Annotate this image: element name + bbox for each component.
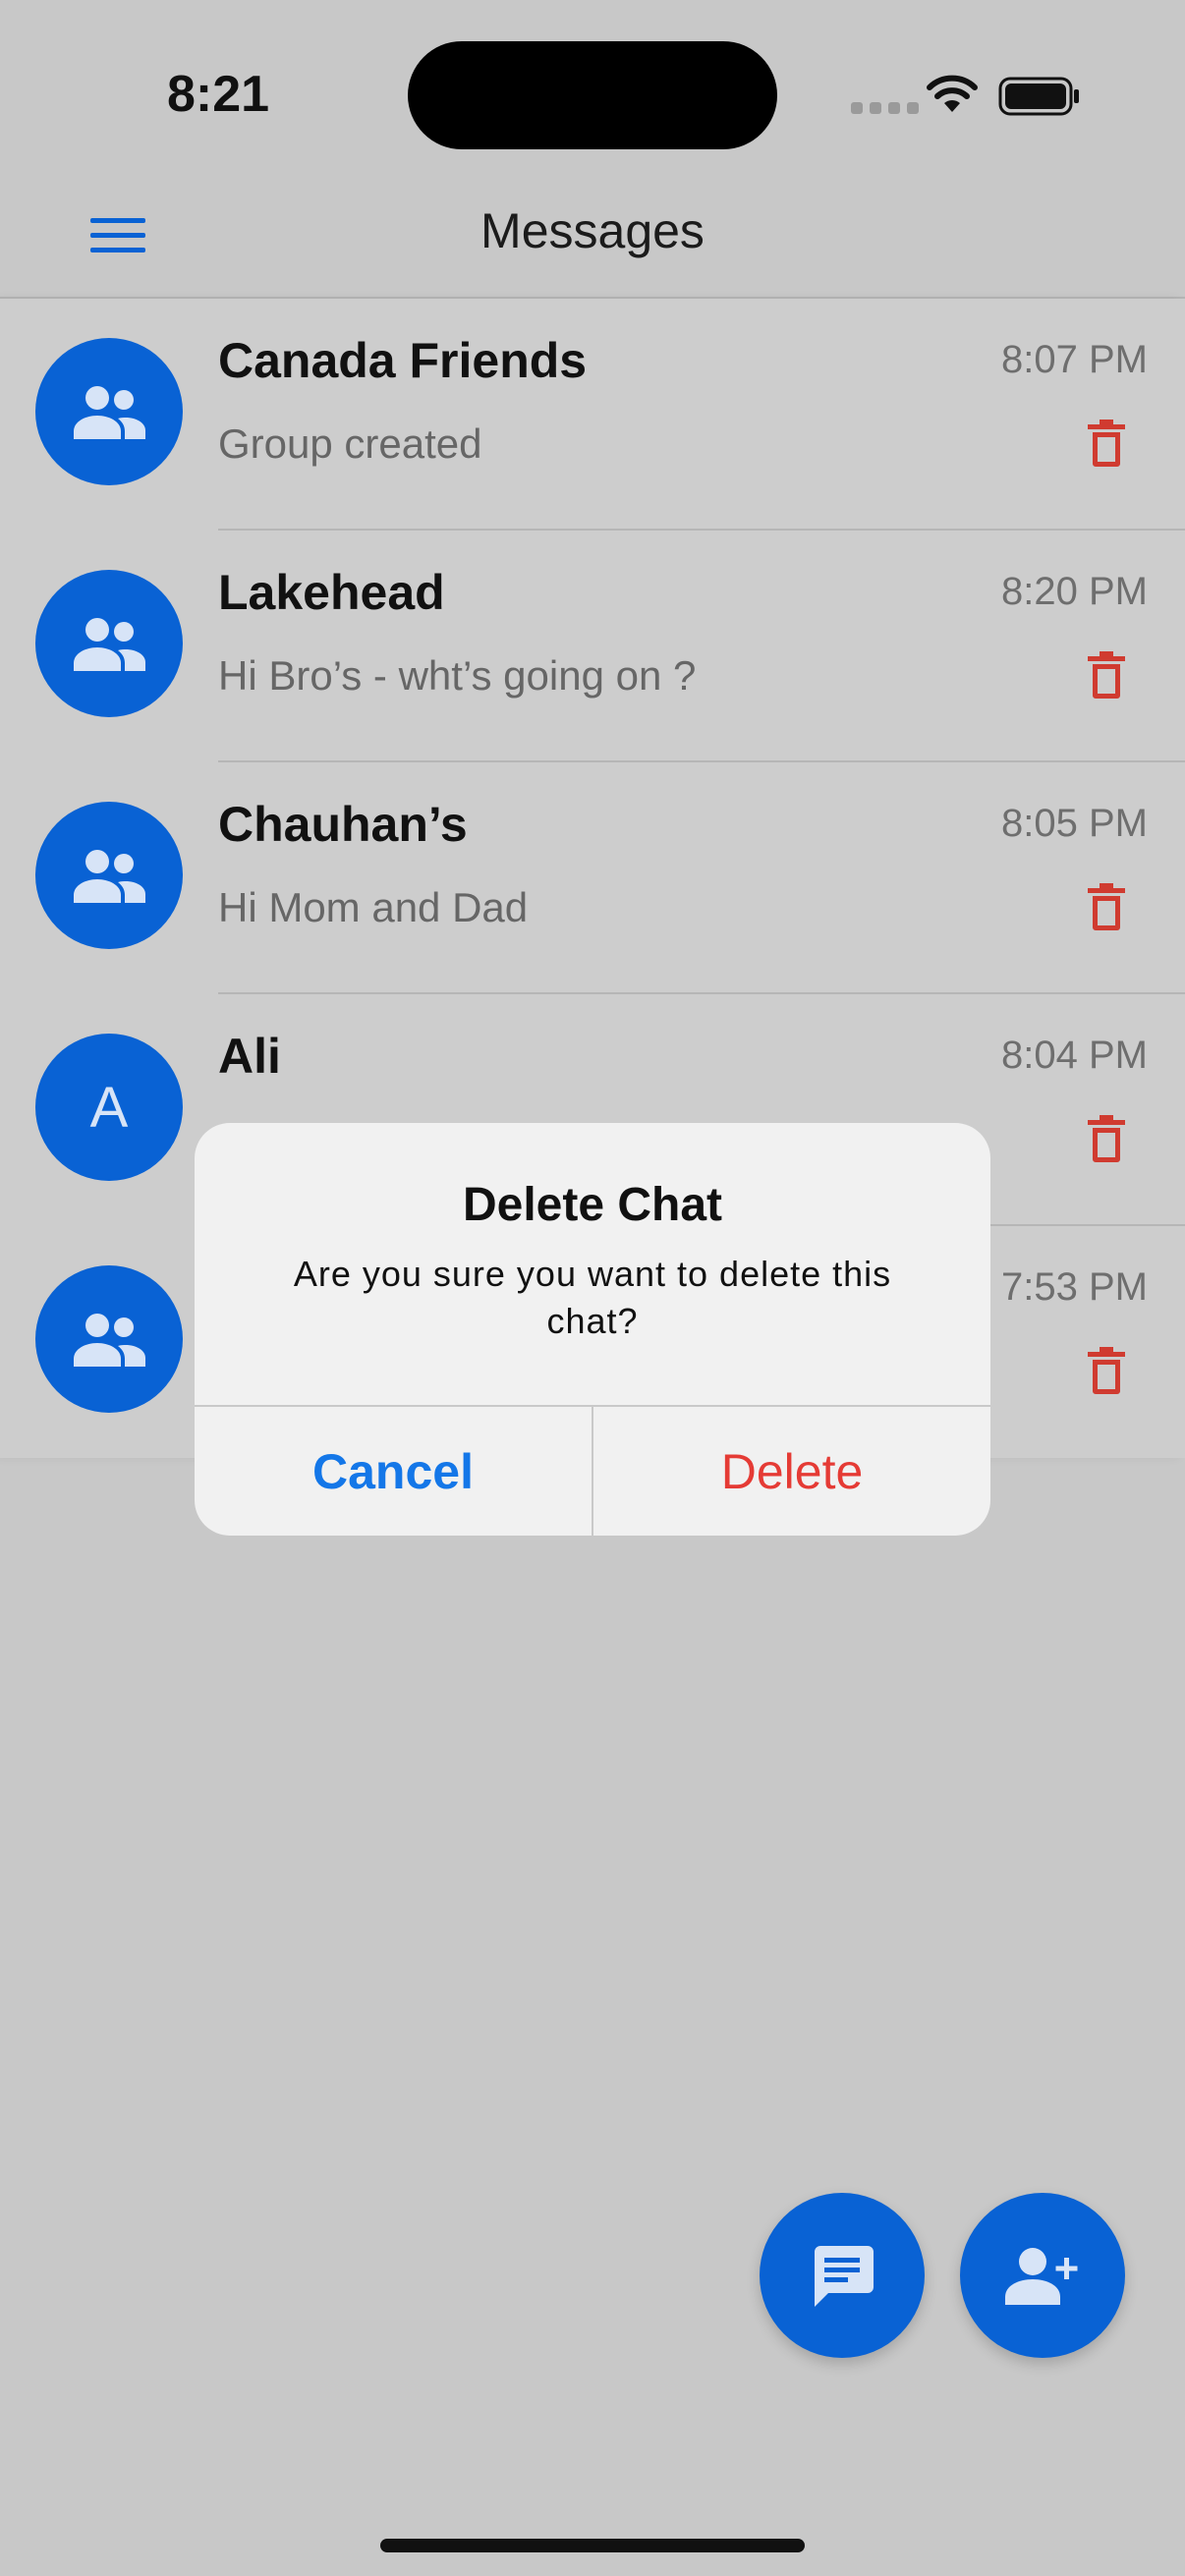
home-indicator: [380, 2539, 805, 2552]
group-icon: [74, 1314, 145, 1367]
chat-preview: Group created: [218, 420, 482, 467]
chat-time: 8:07 PM: [1001, 338, 1148, 381]
chat-name: Chauhan’s: [218, 797, 468, 852]
delete-button[interactable]: Delete: [593, 1407, 990, 1536]
trash-icon[interactable]: [1087, 882, 1126, 931]
status-bar: 8:21: [0, 0, 1185, 187]
chat-row[interactable]: Chauhan’s 8:05 PM Hi Mom and Dad: [0, 762, 1185, 994]
chat-row[interactable]: Lakehead 8:20 PM Hi Bro’s - wht’s going …: [0, 531, 1185, 762]
avatar: [35, 1265, 183, 1413]
trash-icon[interactable]: [1087, 1114, 1126, 1163]
group-icon: [74, 386, 145, 439]
group-icon: [74, 850, 145, 903]
alert-title: Delete Chat: [462, 1179, 723, 1231]
trash-icon[interactable]: [1087, 1346, 1126, 1395]
avatar: [35, 570, 183, 717]
status-time: 8:21: [167, 66, 270, 123]
chat-time: 8:04 PM: [1001, 1034, 1148, 1077]
chat-row[interactable]: Canada Friends 8:07 PM Group created: [0, 299, 1185, 531]
avatar-initial: A: [89, 1075, 129, 1140]
wifi-icon: [927, 75, 978, 112]
avatar: [35, 802, 183, 949]
delete-chat-alert: Delete Chat Are you sure you want to del…: [195, 1123, 990, 1536]
cancel-button[interactable]: Cancel: [195, 1407, 592, 1536]
cellular-signal-icon: [851, 102, 919, 114]
chat-time: 7:53 PM: [1001, 1265, 1148, 1309]
chat-name: Canada Friends: [218, 333, 588, 388]
alert-message: Are you sure you want to delete this cha…: [293, 1254, 892, 1341]
chat-bubble-icon: [815, 2246, 874, 2307]
trash-icon[interactable]: [1087, 419, 1126, 468]
avatar: A: [35, 1034, 183, 1181]
group-icon: [74, 618, 145, 671]
chat-time: 8:05 PM: [1001, 802, 1148, 845]
trash-icon[interactable]: [1087, 650, 1126, 700]
add-contact-button[interactable]: [960, 2193, 1125, 2358]
navigation-bar: Messages: [0, 187, 1185, 299]
chat-preview: Hi Bro’s - wht’s going on ?: [218, 652, 697, 699]
avatar: [35, 338, 183, 485]
chat-time: 8:20 PM: [1001, 570, 1148, 613]
chat-name: Ali: [218, 1029, 281, 1084]
chat-name: Lakehead: [218, 565, 445, 620]
page-title: Messages: [480, 203, 705, 258]
new-chat-button[interactable]: [760, 2193, 925, 2358]
person-add-icon: [1005, 2248, 1078, 2305]
battery-icon: [998, 77, 1079, 116]
dynamic-island: [408, 41, 777, 149]
chat-preview: Hi Mom and Dad: [218, 884, 529, 930]
